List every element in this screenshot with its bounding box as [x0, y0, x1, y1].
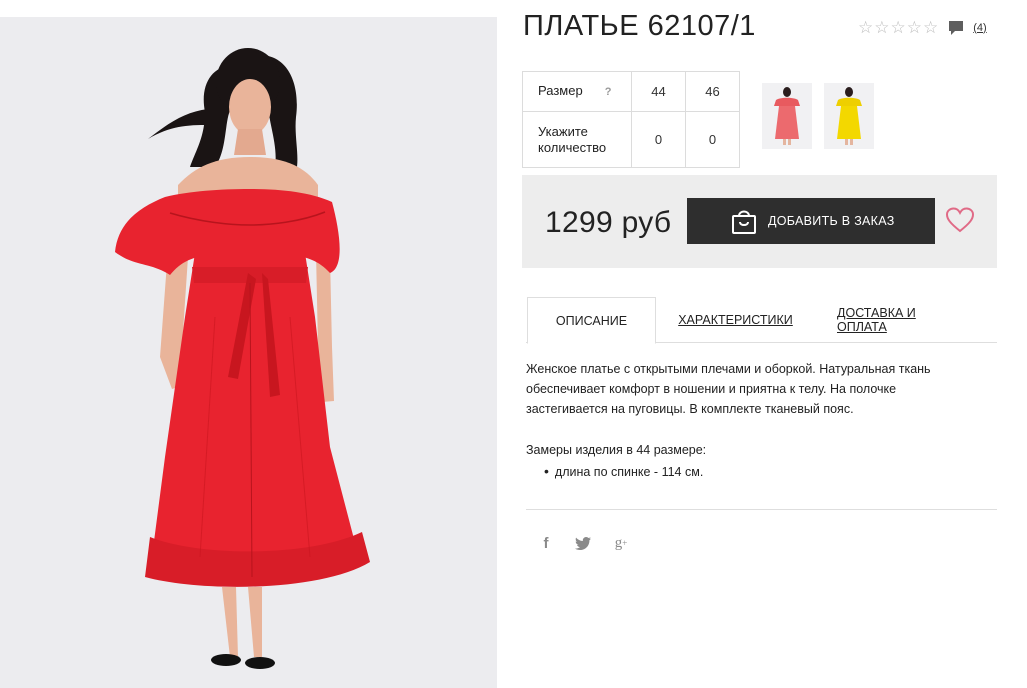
quantity-input-44[interactable]: 0 — [631, 111, 686, 168]
star-icon[interactable]: ☆ — [874, 19, 889, 36]
twitter-share-icon[interactable] — [572, 532, 594, 554]
product-title: ПЛАТЬЕ 62107/1 — [523, 10, 756, 42]
size-option-46: 46 — [685, 71, 740, 112]
tab-characteristics[interactable]: ХАРАКТЕРИСТИКИ — [678, 297, 793, 343]
color-thumbnail-yellow[interactable] — [824, 83, 874, 149]
tab-description[interactable]: ОПИСАНИЕ — [527, 297, 656, 344]
rating-stars[interactable]: ☆ ☆ ☆ ☆ ☆ — [858, 19, 938, 36]
comment-icon[interactable] — [948, 20, 964, 36]
quantity-input-46[interactable]: 0 — [685, 111, 740, 168]
size-help-icon[interactable]: ? — [605, 86, 612, 98]
measurements-list: длина по спинке - 114 см. — [544, 463, 703, 479]
review-count-link[interactable]: (4) — [973, 22, 986, 34]
color-thumbnail-red[interactable] — [762, 83, 812, 149]
add-to-cart-button[interactable]: ДОБАВИТЬ В ЗАКАЗ — [687, 198, 935, 244]
size-option-44: 44 — [631, 71, 686, 112]
star-icon[interactable]: ☆ — [891, 19, 906, 36]
size-label-cell: Размер? — [522, 71, 632, 112]
facebook-share-icon[interactable]: f — [538, 532, 554, 554]
shopping-bag-icon — [732, 210, 756, 234]
wishlist-heart-icon[interactable] — [946, 207, 974, 233]
star-icon[interactable]: ☆ — [858, 19, 873, 36]
measurement-item: длина по спинке - 114 см. — [544, 463, 703, 479]
measurements-title: Замеры изделия в 44 размере: — [526, 443, 707, 457]
buy-box: 1299 руб ДОБАВИТЬ В ЗАКАЗ — [522, 175, 997, 268]
star-icon[interactable]: ☆ — [923, 19, 938, 36]
quantity-label-cell: Укажите количество — [522, 111, 632, 168]
tab-delivery-payment[interactable]: ДОСТАВКА И ОПЛАТА — [837, 297, 963, 343]
divider — [526, 509, 997, 510]
product-description: Женское платье с открытыми плечами и обо… — [526, 362, 931, 416]
size-quantity-table: Размер? 44 46 Укажите количество 0 0 — [522, 71, 740, 168]
quantity-label-line2: количество — [538, 139, 607, 155]
product-price: 1299 руб — [545, 206, 672, 239]
product-rating: ☆ ☆ ☆ ☆ ☆ (4) — [858, 19, 987, 36]
product-main-image[interactable] — [0, 17, 497, 688]
add-to-cart-label: ДОБАВИТЬ В ЗАКАЗ — [768, 214, 895, 228]
star-icon[interactable]: ☆ — [907, 19, 922, 36]
google-plus-share-icon[interactable]: g + — [610, 532, 632, 554]
quantity-label-line1: Укажите — [538, 123, 588, 139]
size-label: Размер — [538, 83, 583, 98]
product-info-tabs: ОПИСАНИЕ ХАРАКТЕРИСТИКИ ДОСТАВКА И ОПЛАТ… — [526, 297, 997, 344]
